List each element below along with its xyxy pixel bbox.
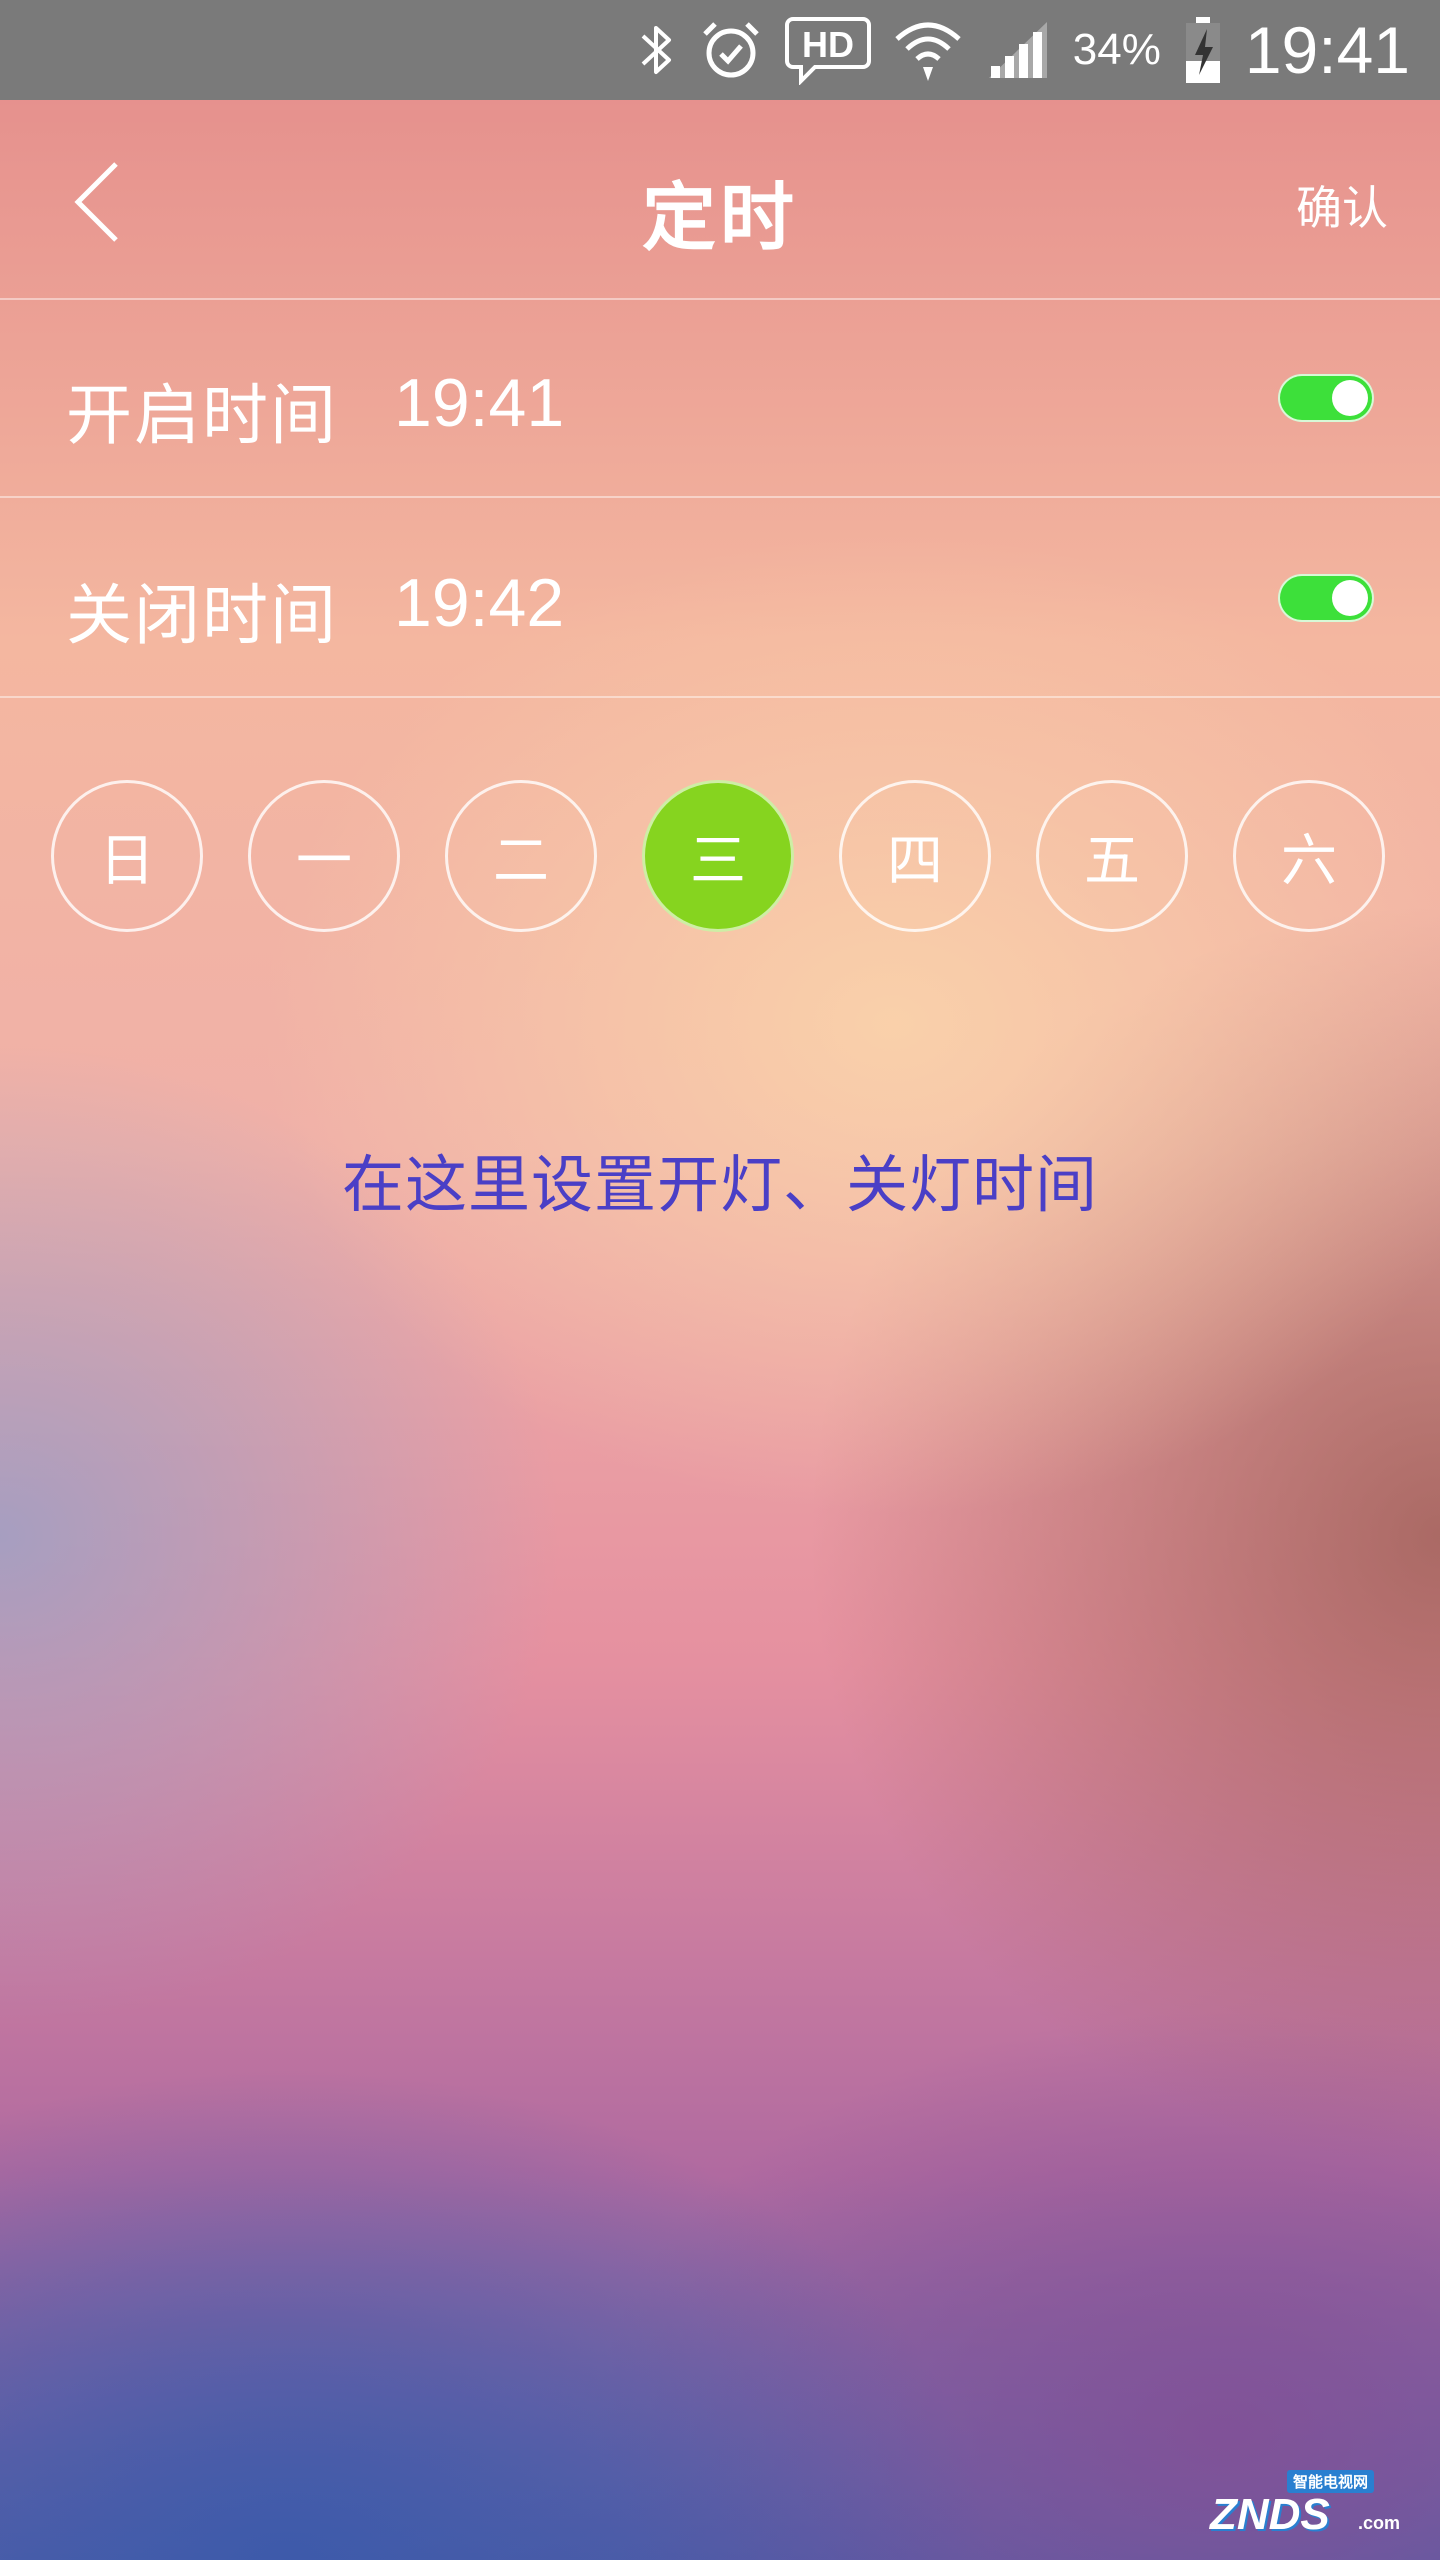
watermark-suffix: .com (1357, 2513, 1400, 2533)
weekday-thu[interactable]: 四 (839, 780, 991, 932)
status-time: 19:41 (1244, 13, 1410, 87)
weekday-fri[interactable]: 五 (1036, 780, 1188, 932)
svg-text:HD: HD (802, 24, 854, 65)
start-time-toggle[interactable] (1278, 374, 1374, 422)
weekday-mon[interactable]: 一 (248, 780, 400, 932)
signal-icon (985, 18, 1051, 82)
znds-watermark-logo: 智能电视网 ZNDS .com (1210, 2470, 1400, 2540)
watermark-brand: ZNDS (1210, 2490, 1330, 2539)
header-bar: 定时 确认 (0, 100, 1440, 300)
toggle-knob (1332, 380, 1368, 416)
alarm-icon (699, 18, 763, 82)
stop-time-label: 关闭时间 (66, 577, 338, 654)
stop-time-value[interactable]: 19:42 (394, 564, 564, 642)
weekday-tue[interactable]: 二 (445, 780, 597, 932)
hint-text: 在这里设置开灯、关灯时间 (341, 1148, 1098, 1221)
stop-time-row[interactable]: 关闭时间 19:42 (0, 500, 1440, 698)
start-time-row[interactable]: 开启时间 19:41 (0, 300, 1440, 498)
battery-percent: 34% (1072, 25, 1161, 74)
weekday-wed[interactable]: 三 (642, 780, 794, 932)
wifi-icon (893, 15, 963, 85)
confirm-button[interactable]: 确认 (1296, 172, 1388, 238)
start-time-label: 开启时间 (66, 377, 338, 454)
toggle-knob (1332, 580, 1368, 616)
stop-time-toggle[interactable] (1278, 574, 1374, 622)
page-title: 定时 (642, 175, 798, 261)
hd-voice-icon: HD (784, 15, 871, 85)
bluetooth-icon (637, 20, 677, 80)
weekday-selector: 日 一 二 三 四 五 六 (0, 780, 1440, 940)
weekday-sat[interactable]: 六 (1233, 780, 1385, 932)
battery-charging-icon (1183, 15, 1223, 85)
start-time-value[interactable]: 19:41 (394, 364, 564, 442)
status-bar: HD 34% 19:41 (0, 0, 1440, 100)
weekday-sun[interactable]: 日 (51, 780, 203, 932)
